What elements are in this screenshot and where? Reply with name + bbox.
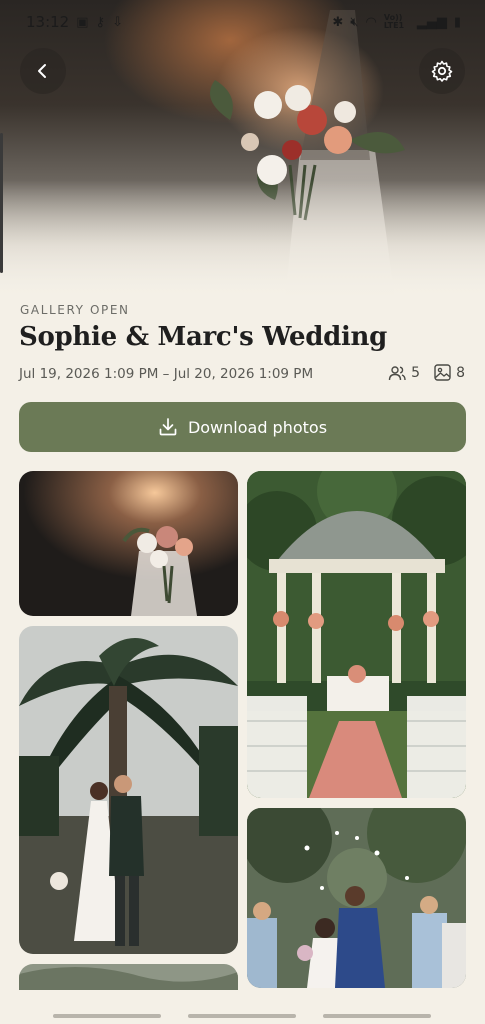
home-button[interactable] <box>188 1014 296 1018</box>
gallery-photo-partial[interactable] <box>19 964 238 990</box>
download-photos-label: Download photos <box>187 417 328 437</box>
guest-count-value: 5 <box>411 364 421 381</box>
image-icon <box>434 364 451 381</box>
key-notification-icon: ⚷ <box>95 14 106 30</box>
gallery-photo-couple-palm[interactable] <box>19 626 238 954</box>
back-arrow-icon <box>38 64 46 78</box>
gallery-stats: 5 8 <box>388 364 465 381</box>
mute-icon: 🔇︎ <box>350 14 359 30</box>
gallery-photo-petal-toss[interactable] <box>247 808 466 988</box>
network-label: Vo)) LTE1 <box>383 13 405 30</box>
download-notification-icon: ⇩ <box>112 14 123 30</box>
recent-apps-button[interactable] <box>53 1014 161 1018</box>
edge-panel-handle[interactable] <box>0 133 3 273</box>
settings-button[interactable] <box>419 48 465 94</box>
guest-count: 5 <box>388 365 420 381</box>
gallery-date-range: Jul 19, 2026 1:09 PM – Jul 20, 2026 1:09… <box>19 366 314 382</box>
people-icon <box>388 365 406 380</box>
page-title: Sophie & Marc's Wedding <box>19 322 388 352</box>
gallery-photo-gazebo[interactable] <box>247 471 466 798</box>
hero-cover-image <box>0 0 485 300</box>
gear-icon <box>431 60 453 82</box>
gallery-photo-bouquet[interactable] <box>19 471 238 616</box>
battery-icon: ▮ <box>453 14 461 30</box>
download-icon <box>159 418 177 436</box>
system-navigation-bar <box>0 990 485 1024</box>
wifi-icon: ◠ <box>365 14 377 30</box>
download-photos-button[interactable]: Download photos <box>19 402 466 452</box>
bluetooth-icon: ✱ <box>332 14 344 30</box>
system-status-bar: 13:12 ▣ ⚷ ⇩ ✱ 🔇︎ ◠ Vo)) LTE1 ▂▄▆ ▮ <box>0 0 485 44</box>
photo-count: 8 <box>434 364 465 381</box>
gallery-status-label: GALLERY OPEN <box>20 303 130 317</box>
signal-icon: ▂▄▆ <box>416 14 447 30</box>
photo-count-value: 8 <box>456 364 465 381</box>
back-nav-button[interactable] <box>323 1014 431 1018</box>
clock: 13:12 <box>26 13 70 31</box>
back-button[interactable] <box>20 48 66 94</box>
gallery-notification-icon: ▣ <box>76 14 89 30</box>
